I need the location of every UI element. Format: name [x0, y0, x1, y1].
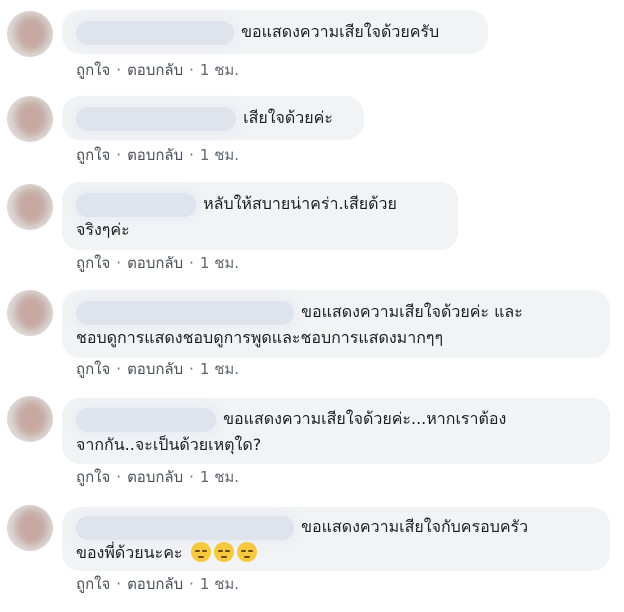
like-link[interactable]: ถูกใจ — [76, 61, 110, 79]
comment-actions: ถูกใจ · ตอบกลับ · 1 ชม. — [76, 61, 240, 79]
reply-link[interactable]: ตอบกลับ — [127, 360, 183, 378]
commenter-name[interactable] — [76, 300, 294, 325]
comment-text: เสียใจด้วยค่ะ — [243, 108, 333, 127]
comment-bubble: เสียใจด้วยค่ะ — [62, 96, 364, 140]
comment-actions: ถูกใจ · ตอบกลับ · 1 ชม. — [76, 254, 240, 272]
like-link[interactable]: ถูกใจ — [76, 468, 110, 486]
like-link[interactable]: ถูกใจ — [76, 575, 110, 593]
comment-text-line2: จากกัน..จะเป็นด้วยเหตุใด? — [76, 435, 262, 454]
comment-text-line2: ชอบดูการแสดงชอบดูการพูดและชอบการแสดงมากๆ… — [76, 328, 444, 347]
timestamp[interactable]: 1 ชม. — [200, 61, 239, 79]
comment-bubble: ขอแสดงความเสียใจด้วยค่ะ...หากเราต้อง จาก… — [62, 398, 610, 464]
like-link[interactable]: ถูกใจ — [76, 146, 110, 164]
comment-text: ขอแสดงความเสียใจกับครอบครัว — [301, 517, 529, 536]
avatar[interactable] — [7, 11, 53, 57]
comment-actions: ถูกใจ · ตอบกลับ · 1 ชม. — [76, 146, 240, 164]
like-link[interactable]: ถูกใจ — [76, 254, 110, 272]
reply-link[interactable]: ตอบกลับ — [127, 61, 183, 79]
comment-text-line2: จริงๆค่ะ — [76, 220, 130, 239]
comment-bubble: ขอแสดงความเสียใจด้วยครับ — [62, 10, 488, 54]
comment-actions: ถูกใจ · ตอบกลับ · 1 ชม. — [76, 468, 240, 486]
comment-actions: ถูกใจ · ตอบกลับ · 1 ชม. — [76, 575, 240, 593]
timestamp[interactable]: 1 ชม. — [200, 575, 239, 593]
comment-actions: ถูกใจ · ตอบกลับ · 1 ชม. — [76, 360, 240, 378]
reply-link[interactable]: ตอบกลับ — [127, 254, 183, 272]
comment-text-line2: ของพี่ด้วยนะคะ — [76, 543, 183, 562]
avatar[interactable] — [7, 290, 53, 336]
commenter-name[interactable] — [76, 20, 234, 45]
timestamp[interactable]: 1 ชม. — [200, 146, 239, 164]
comment-text: หลับให้สบายน่าคร่า.เสียด้วย — [203, 194, 397, 213]
commenter-name[interactable] — [76, 515, 294, 540]
comment-text: ขอแสดงความเสียใจด้วยค่ะ และ — [301, 302, 523, 321]
reply-link[interactable]: ตอบกลับ — [127, 146, 183, 164]
timestamp[interactable]: 1 ชม. — [200, 254, 239, 272]
reply-link[interactable]: ตอบกลับ — [127, 575, 183, 593]
comment-text: ขอแสดงความเสียใจด้วยค่ะ...หากเราต้อง — [223, 409, 507, 428]
pensive-face-emoji — [236, 542, 257, 562]
comment-text: ขอแสดงความเสียใจด้วยครับ — [241, 22, 440, 41]
avatar[interactable] — [7, 505, 53, 551]
commenter-name[interactable] — [76, 106, 236, 131]
avatar[interactable] — [7, 184, 53, 230]
commenter-name[interactable] — [76, 407, 216, 432]
comment-bubble: หลับให้สบายน่าคร่า.เสียด้วย จริงๆค่ะ — [62, 182, 458, 250]
timestamp[interactable]: 1 ชม. — [200, 468, 239, 486]
like-link[interactable]: ถูกใจ — [76, 360, 110, 378]
reply-link[interactable]: ตอบกลับ — [127, 468, 183, 486]
comment-bubble: ขอแสดงความเสียใจด้วยค่ะ และ ชอบดูการแสดง… — [62, 290, 610, 358]
pensive-face-emoji — [213, 542, 234, 562]
avatar[interactable] — [7, 96, 53, 142]
pensive-face-emoji — [190, 542, 211, 562]
avatar[interactable] — [7, 396, 53, 442]
commenter-name[interactable] — [76, 192, 196, 217]
timestamp[interactable]: 1 ชม. — [200, 360, 239, 378]
comment-bubble: ขอแสดงความเสียใจกับครอบครัว ของพี่ด้วยนะ… — [62, 507, 610, 571]
